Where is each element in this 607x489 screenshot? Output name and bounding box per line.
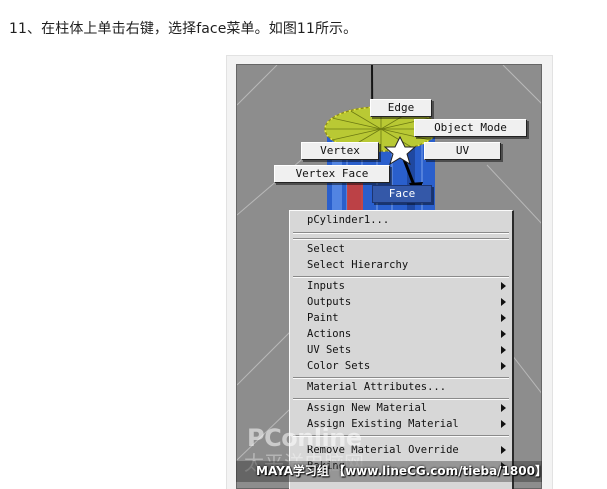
grid-line <box>237 409 290 461</box>
marking-uv[interactable]: UV <box>424 142 501 160</box>
menu-item-label: Actions <box>307 328 352 340</box>
step-caption: 11、在柱体上单击右键，选择face菜单。如图11所示。 <box>9 21 358 37</box>
menu-separator <box>293 398 509 400</box>
menu-item-baking[interactable]: Baking <box>307 459 506 474</box>
menu-separator <box>293 276 509 278</box>
grid-line <box>237 324 298 386</box>
marking-vertex-face[interactable]: Vertex Face <box>274 165 390 183</box>
menu-item-paint[interactable]: Paint <box>307 311 506 326</box>
submenu-arrow-icon <box>501 462 506 470</box>
menu-item-pcylinder1[interactable]: pCylinder1... <box>307 213 506 228</box>
menu-item-label: Paint <box>307 312 339 324</box>
menu-item-actions[interactable]: Actions <box>307 327 506 342</box>
menu-item-outputs[interactable]: Outputs <box>307 295 506 310</box>
menu-item-select-hierarchy[interactable]: Select Hierarchy <box>307 258 506 273</box>
marking-vertex[interactable]: Vertex <box>301 142 379 160</box>
submenu-arrow-icon <box>501 420 506 428</box>
page: 11、在柱体上单击右键，选择face菜单。如图11所示。 Edge Object… <box>0 0 607 489</box>
menu-item-color-sets[interactable]: Color Sets <box>307 359 506 374</box>
menu-item-label: UV Sets <box>307 344 352 356</box>
marking-face[interactable]: Face <box>372 185 432 203</box>
menu-item-label: Remove Material Override <box>307 444 459 456</box>
menu-item-label: Baking <box>307 460 345 472</box>
menu-item-label: Color Sets <box>307 360 371 372</box>
menu-item-label: pCylinder1... <box>307 214 390 226</box>
submenu-arrow-icon <box>501 346 506 354</box>
menu-item-label: Assign Existing Material <box>307 418 459 430</box>
marking-object-mode[interactable]: Object Mode <box>414 119 527 137</box>
grid-line <box>511 354 541 394</box>
menu-separator <box>293 232 509 234</box>
submenu-arrow-icon <box>501 282 506 290</box>
submenu-arrow-icon <box>501 404 506 412</box>
menu-item-remove-material-override[interactable]: Remove Material Override <box>307 443 506 458</box>
submenu-arrow-icon <box>501 362 506 370</box>
menu-item-label: Outputs <box>307 296 352 308</box>
menu-item-label: Assign New Material <box>307 402 428 414</box>
menu-item-assign-existing-material[interactable]: Assign Existing Material <box>307 417 506 432</box>
menu-item-assign-new-material[interactable]: Assign New Material <box>307 401 506 416</box>
menu-item-inputs[interactable]: Inputs <box>307 279 506 294</box>
grid-line <box>237 65 278 106</box>
menu-item-label: Inputs <box>307 280 345 292</box>
context-menu: pCylinder1... Select Select Hierarchy In… <box>289 210 514 489</box>
menu-item-select[interactable]: Select <box>307 242 506 257</box>
grid-line <box>502 65 541 104</box>
submenu-arrow-icon <box>501 330 506 338</box>
menu-separator <box>293 377 509 379</box>
menu-item-label: Select Hierarchy <box>307 259 409 271</box>
menu-item-material-attributes[interactable]: Material Attributes... <box>307 380 506 395</box>
submenu-arrow-icon <box>501 446 506 454</box>
marking-edge[interactable]: Edge <box>370 99 432 117</box>
submenu-arrow-icon <box>501 314 506 322</box>
menu-item-label: Select <box>307 243 345 255</box>
menu-separator <box>293 238 509 240</box>
submenu-arrow-icon <box>501 298 506 306</box>
menu-item-uv-sets[interactable]: UV Sets <box>307 343 506 358</box>
grid-line <box>237 154 308 216</box>
menu-item-label: Material Attributes... <box>307 381 447 393</box>
menu-separator <box>293 435 509 437</box>
